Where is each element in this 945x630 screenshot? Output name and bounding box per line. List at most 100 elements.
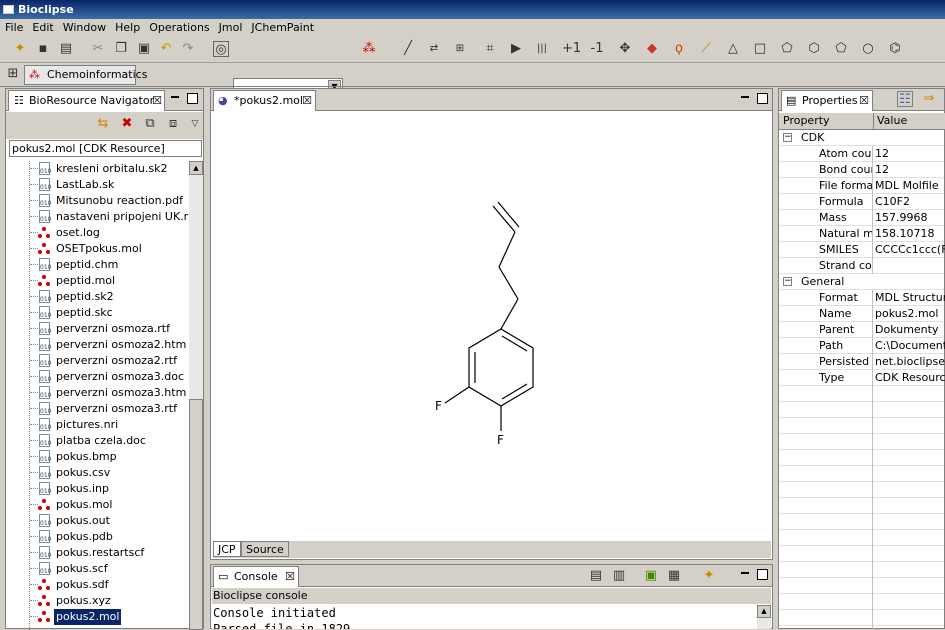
tree-item[interactable]: 010 pictures.nri	[30, 417, 189, 433]
collapse-icon[interactable]: ⧉	[142, 116, 158, 132]
tree-item[interactable]: 010 pokus.out	[30, 513, 189, 529]
eraser-icon[interactable]: ◆	[644, 41, 660, 57]
cut-icon[interactable]: ✂	[90, 41, 106, 57]
stereo-icon[interactable]: ⊞	[452, 41, 468, 57]
collapse-icon[interactable]: −	[783, 133, 792, 142]
square-icon[interactable]: □	[752, 41, 768, 57]
property-row[interactable]: SMILES CCCCc1ccc(F	[779, 242, 945, 258]
resource-field[interactable]: pokus2.mol [CDK Resource]	[9, 140, 202, 157]
property-row[interactable]: File format MDL Molfile	[779, 178, 944, 194]
maximize-icon[interactable]	[757, 93, 768, 104]
tree-item[interactable]: 010 pokus.scf	[30, 561, 189, 577]
maximize-icon[interactable]	[187, 93, 198, 104]
categories-icon[interactable]: ☷	[897, 91, 913, 107]
tree-item[interactable]: peptid.mol	[30, 273, 189, 289]
expand-icon[interactable]: ⧈	[165, 116, 181, 132]
menu-file[interactable]: File	[0, 21, 27, 34]
save-icon[interactable]: ▪	[35, 41, 51, 57]
close-icon[interactable]: ☒	[285, 567, 295, 587]
tree-item[interactable]: 010 nastaveni pripojeni UK.ra	[30, 209, 189, 225]
tree-item[interactable]: 010 perverzni osmoza.rtf	[30, 321, 189, 337]
minimize-icon[interactable]	[741, 96, 749, 98]
open-console-icon[interactable]: ✦	[701, 568, 717, 584]
open-perspective-icon[interactable]: ⊞	[5, 66, 21, 82]
select-rect-icon[interactable]: ⌗	[482, 41, 498, 57]
octagon-icon[interactable]: ○	[860, 41, 876, 57]
move-icon[interactable]: ✥	[617, 41, 633, 57]
console-scrollbar[interactable]: ▲	[757, 605, 771, 629]
tree-item[interactable]: 010 pokus.csv	[30, 465, 189, 481]
collapse-icon[interactable]: −	[783, 277, 792, 286]
tree-item[interactable]: 010 peptid.sk2	[30, 289, 189, 305]
minimize-icon[interactable]	[741, 572, 749, 574]
clear-console-icon[interactable]: ▤	[588, 568, 604, 584]
sweep-icon[interactable]: ⟋	[698, 41, 714, 57]
hexagon-icon[interactable]: ⬡	[806, 41, 822, 57]
tree-item[interactable]: 010 LastLab.sk	[30, 177, 189, 193]
scroll-up-icon[interactable]: ▲	[757, 605, 771, 618]
tree-item[interactable]: 010 perverzni osmoza3.htm	[30, 385, 189, 401]
minimize-icon[interactable]	[171, 96, 179, 98]
property-row[interactable]: Name pokus2.mol	[779, 306, 944, 322]
menu-operations[interactable]: Operations	[144, 21, 213, 34]
refresh-icon[interactable]: ⇆	[95, 116, 111, 132]
pin-console-icon[interactable]: ▣	[643, 568, 659, 584]
perspective-tab[interactable]: ⁂ Chemoinformatics	[24, 65, 147, 85]
menu-jmol[interactable]: Jmol	[214, 21, 247, 34]
tree-item[interactable]: 010 pokus.restartscf	[30, 545, 189, 561]
column-divider[interactable]	[873, 113, 874, 129]
charge-minus-icon[interactable]: -1	[589, 41, 605, 57]
tree-item[interactable]: 010 platba czela.doc	[30, 433, 189, 449]
tree-item[interactable]: 010 pokus.pdb	[30, 529, 189, 545]
bond-tool-icon[interactable]: ╱	[400, 41, 416, 57]
wedge-bond-icon[interactable]: ▶	[508, 41, 524, 57]
tree-item[interactable]: 010 pokus.bmp	[30, 449, 189, 465]
copy-icon[interactable]: ❐	[113, 41, 129, 57]
display-console-icon[interactable]: ▦	[666, 568, 682, 584]
column-property[interactable]: Property	[783, 114, 830, 127]
tree-item[interactable]: 010 perverzni osmoza3.doc	[30, 369, 189, 385]
triangle-icon[interactable]: △	[725, 41, 741, 57]
tree-item[interactable]: 010 perverzni osmoza3.rtf	[30, 401, 189, 417]
navigator-tab[interactable]: ☷ BioResource Navigator ☒	[8, 90, 165, 111]
filter-icon[interactable]: ⇒	[921, 91, 937, 107]
property-group[interactable]: − CDK	[779, 130, 944, 146]
heptagon-icon[interactable]: ⬠	[833, 41, 849, 57]
print-icon[interactable]: ▤	[58, 41, 74, 57]
property-row[interactable]: Parent Dokumenty	[779, 322, 944, 338]
paste-icon[interactable]: ▣	[136, 41, 152, 57]
property-row[interactable]: Bond count12	[779, 162, 944, 178]
target-icon[interactable]: ◎	[213, 41, 229, 57]
tree-item[interactable]: 010 kresleni orbitalu.sk2	[30, 161, 189, 177]
scroll-up-icon[interactable]: ▲	[189, 161, 203, 175]
tree-item[interactable]: 010 pokus.inp	[30, 481, 189, 497]
property-row[interactable]: PathC:\Documents	[779, 338, 945, 354]
tree-item[interactable]: 010 peptid.skc	[30, 305, 189, 321]
scroll-thumb[interactable]	[189, 399, 203, 630]
tree-item[interactable]: OSETpokus.mol	[30, 241, 189, 257]
menu-help[interactable]: Help	[110, 21, 144, 34]
editor-tab[interactable]: ◕ *pokus2.mol ☒	[213, 90, 316, 111]
close-icon[interactable]: ☒	[859, 91, 869, 111]
property-row[interactable]: Strand count	[779, 258, 944, 274]
maximize-icon[interactable]	[757, 569, 768, 580]
properties-tab[interactable]: ▤ Properties ☒	[781, 90, 873, 111]
tree-item[interactable]: pokus.xyz	[30, 593, 189, 609]
molecule-canvas[interactable]: F F	[213, 113, 771, 541]
menu-jchempaint[interactable]: JChemPaint	[246, 21, 318, 34]
tree-scrollbar[interactable]: ▲	[189, 161, 203, 630]
menu-window[interactable]: Window	[58, 21, 110, 34]
tab-source[interactable]: Source	[241, 541, 289, 557]
close-icon[interactable]: ☒	[152, 91, 162, 111]
tree-item[interactable]: 010 peptid.chm	[30, 257, 189, 273]
console-tab[interactable]: ▭ Console ☒	[213, 566, 299, 587]
reaction-arrow-icon[interactable]: ⇄	[426, 41, 442, 57]
property-group[interactable]: − General	[779, 274, 944, 290]
close-icon[interactable]: ☒	[302, 91, 312, 111]
column-value[interactable]: Value	[877, 114, 907, 127]
tree-item[interactable]: 010 Mitsunobu reaction.pdf	[30, 193, 189, 209]
property-row[interactable]: FormatMDL Structure	[779, 290, 945, 306]
benzene-icon[interactable]: ⌬	[887, 41, 903, 57]
console-output[interactable]: Console initiated Parsed file in 1829	[212, 605, 757, 629]
undo-icon[interactable]: ↶	[158, 41, 174, 57]
